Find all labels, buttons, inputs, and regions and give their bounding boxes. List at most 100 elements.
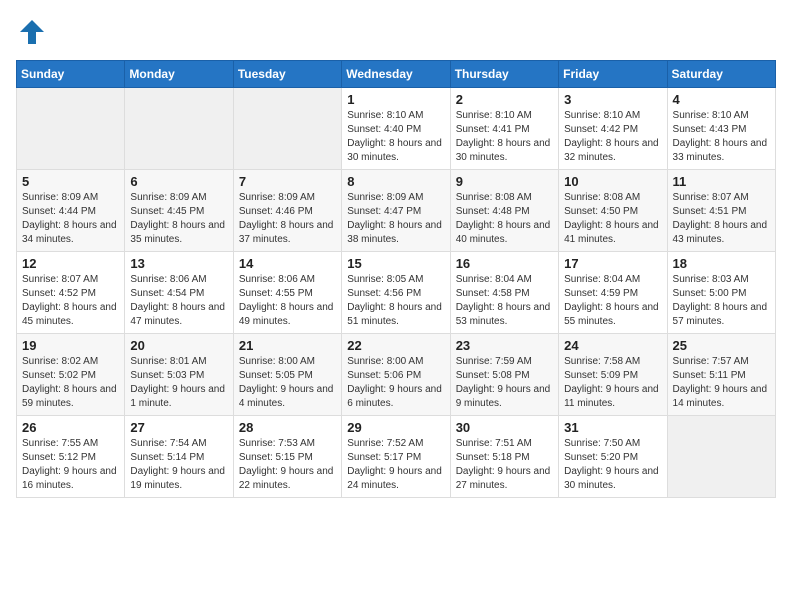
calendar-cell: 14 Sunrise: 8:06 AMSunset: 4:55 PMDayligh… [233, 252, 341, 334]
day-number: 20 [130, 338, 227, 353]
day-info: Sunrise: 8:00 AMSunset: 5:06 PMDaylight:… [347, 355, 444, 411]
calendar-cell: 26 Sunrise: 7:55 AMSunset: 5:12 PMDayligh… [17, 416, 125, 498]
calendar-cell: 31Sunrise: 7:50 AMSunset: 5:20 PMDayligh… [559, 416, 667, 498]
day-info: Sunrise: 8:04 AMSunset: 4:58 PMDaylight:… [456, 273, 553, 329]
day-info: Sunrise: 7:59 AMSunset: 5:08 PMDaylight:… [456, 355, 553, 411]
calendar-cell: 16 Sunrise: 8:04 AMSunset: 4:58 PMDayligh… [450, 252, 558, 334]
day-info: Sunrise: 8:06 AMSunset: 4:55 PMDaylight:… [239, 273, 336, 329]
day-info: Sunrise: 8:09 AMSunset: 4:46 PMDaylight:… [239, 191, 336, 247]
day-info: Sunrise: 8:10 AMSunset: 4:41 PMDaylight:… [456, 109, 553, 165]
calendar-cell: 30 Sunrise: 7:51 AMSunset: 5:18 PMDayligh… [450, 416, 558, 498]
logo-icon [16, 16, 48, 48]
calendar-cell: 4 Sunrise: 8:10 AMSunset: 4:43 PMDaylight… [667, 88, 775, 170]
weekday-header: Sunday [17, 61, 125, 88]
day-number: 4 [673, 92, 770, 107]
weekday-header: Friday [559, 61, 667, 88]
calendar-cell: 25 Sunrise: 7:57 AMSunset: 5:11 PMDayligh… [667, 334, 775, 416]
day-info: Sunrise: 8:05 AMSunset: 4:56 PMDaylight:… [347, 273, 444, 329]
day-number: 6 [130, 174, 227, 189]
calendar-cell: 17 Sunrise: 8:04 AMSunset: 4:59 PMDayligh… [559, 252, 667, 334]
weekday-header: Thursday [450, 61, 558, 88]
calendar-cell: 11 Sunrise: 8:07 AMSunset: 4:51 PMDayligh… [667, 170, 775, 252]
day-number: 23 [456, 338, 553, 353]
day-info: Sunrise: 8:08 AMSunset: 4:48 PMDaylight:… [456, 191, 553, 247]
calendar-header-row: SundayMondayTuesdayWednesdayThursdayFrid… [17, 61, 776, 88]
weekday-header: Wednesday [342, 61, 450, 88]
logo [16, 16, 52, 48]
calendar-cell: 3 Sunrise: 8:10 AMSunset: 4:42 PMDaylight… [559, 88, 667, 170]
calendar-cell: 1Sunrise: 8:10 AMSunset: 4:40 PMDaylight… [342, 88, 450, 170]
calendar-cell: 15 Sunrise: 8:05 AMSunset: 4:56 PMDayligh… [342, 252, 450, 334]
calendar-cell: 8 Sunrise: 8:09 AMSunset: 4:47 PMDaylight… [342, 170, 450, 252]
day-info: Sunrise: 7:54 AMSunset: 5:14 PMDaylight:… [130, 437, 227, 493]
day-number: 2 [456, 92, 553, 107]
calendar-cell: 24 Sunrise: 7:58 AMSunset: 5:09 PMDayligh… [559, 334, 667, 416]
day-number: 11 [673, 174, 770, 189]
weekday-header: Saturday [667, 61, 775, 88]
day-number: 19 [22, 338, 119, 353]
day-info: Sunrise: 7:55 AMSunset: 5:12 PMDaylight:… [22, 437, 119, 493]
calendar-cell: 7 Sunrise: 8:09 AMSunset: 4:46 PMDaylight… [233, 170, 341, 252]
day-info: Sunrise: 8:10 AMSunset: 4:43 PMDaylight:… [673, 109, 770, 165]
day-number: 18 [673, 256, 770, 271]
day-number: 17 [564, 256, 661, 271]
calendar-cell: 27 Sunrise: 7:54 AMSunset: 5:14 PMDayligh… [125, 416, 233, 498]
calendar-cell: 28Sunrise: 7:53 AMSunset: 5:15 PMDayligh… [233, 416, 341, 498]
day-info: Sunrise: 8:09 AMSunset: 4:44 PMDaylight:… [22, 191, 119, 247]
weekday-header: Tuesday [233, 61, 341, 88]
day-info: Sunrise: 8:03 AMSunset: 5:00 PMDaylight:… [673, 273, 770, 329]
day-number: 26 [22, 420, 119, 435]
day-info: Sunrise: 7:52 AMSunset: 5:17 PMDaylight:… [347, 437, 444, 493]
day-info: Sunrise: 8:08 AMSunset: 4:50 PMDaylight:… [564, 191, 661, 247]
day-info: Sunrise: 8:09 AMSunset: 4:45 PMDaylight:… [130, 191, 227, 247]
day-number: 30 [456, 420, 553, 435]
calendar-cell: 20 Sunrise: 8:01 AMSunset: 5:03 PMDayligh… [125, 334, 233, 416]
calendar-cell: 5Sunrise: 8:09 AMSunset: 4:44 PMDaylight… [17, 170, 125, 252]
day-number: 9 [456, 174, 553, 189]
day-info: Sunrise: 7:57 AMSunset: 5:11 PMDaylight:… [673, 355, 770, 411]
day-number: 15 [347, 256, 444, 271]
day-number: 14 [239, 256, 336, 271]
day-number: 24 [564, 338, 661, 353]
calendar-cell [17, 88, 125, 170]
weekday-header: Monday [125, 61, 233, 88]
day-info: Sunrise: 8:10 AMSunset: 4:40 PMDaylight:… [347, 109, 444, 165]
day-number: 12 [22, 256, 119, 271]
calendar-cell: 9 Sunrise: 8:08 AMSunset: 4:48 PMDaylight… [450, 170, 558, 252]
calendar-week-row: 1Sunrise: 8:10 AMSunset: 4:40 PMDaylight… [17, 88, 776, 170]
day-info: Sunrise: 8:07 AMSunset: 4:51 PMDaylight:… [673, 191, 770, 247]
day-info: Sunrise: 8:04 AMSunset: 4:59 PMDaylight:… [564, 273, 661, 329]
calendar-cell: 23 Sunrise: 7:59 AMSunset: 5:08 PMDayligh… [450, 334, 558, 416]
day-info: Sunrise: 8:01 AMSunset: 5:03 PMDaylight:… [130, 355, 227, 411]
day-number: 21 [239, 338, 336, 353]
day-number: 10 [564, 174, 661, 189]
day-info: Sunrise: 7:50 AMSunset: 5:20 PMDaylight:… [564, 437, 661, 493]
day-number: 8 [347, 174, 444, 189]
calendar-cell: 2 Sunrise: 8:10 AMSunset: 4:41 PMDaylight… [450, 88, 558, 170]
day-number: 16 [456, 256, 553, 271]
day-info: Sunrise: 8:00 AMSunset: 5:05 PMDaylight:… [239, 355, 336, 411]
day-info: Sunrise: 8:06 AMSunset: 4:54 PMDaylight:… [130, 273, 227, 329]
calendar-cell: 21 Sunrise: 8:00 AMSunset: 5:05 PMDayligh… [233, 334, 341, 416]
day-info: Sunrise: 8:02 AMSunset: 5:02 PMDaylight:… [22, 355, 119, 411]
calendar-week-row: 19 Sunrise: 8:02 AMSunset: 5:02 PMDayligh… [17, 334, 776, 416]
calendar-cell [667, 416, 775, 498]
day-number: 22 [347, 338, 444, 353]
day-number: 27 [130, 420, 227, 435]
calendar-week-row: 12Sunrise: 8:07 AMSunset: 4:52 PMDayligh… [17, 252, 776, 334]
calendar-table: SundayMondayTuesdayWednesdayThursdayFrid… [16, 60, 776, 498]
day-number: 7 [239, 174, 336, 189]
day-number: 3 [564, 92, 661, 107]
day-number: 25 [673, 338, 770, 353]
calendar-week-row: 26 Sunrise: 7:55 AMSunset: 5:12 PMDayligh… [17, 416, 776, 498]
day-info: Sunrise: 8:10 AMSunset: 4:42 PMDaylight:… [564, 109, 661, 165]
day-info: Sunrise: 8:09 AMSunset: 4:47 PMDaylight:… [347, 191, 444, 247]
calendar-cell: 29Sunrise: 7:52 AMSunset: 5:17 PMDayligh… [342, 416, 450, 498]
page-header [16, 16, 776, 48]
day-info: Sunrise: 7:58 AMSunset: 5:09 PMDaylight:… [564, 355, 661, 411]
calendar-cell: 22 Sunrise: 8:00 AMSunset: 5:06 PMDayligh… [342, 334, 450, 416]
calendar-cell: 10 Sunrise: 8:08 AMSunset: 4:50 PMDayligh… [559, 170, 667, 252]
day-number: 28 [239, 420, 336, 435]
day-info: Sunrise: 7:51 AMSunset: 5:18 PMDaylight:… [456, 437, 553, 493]
calendar-cell: 13Sunrise: 8:06 AMSunset: 4:54 PMDayligh… [125, 252, 233, 334]
